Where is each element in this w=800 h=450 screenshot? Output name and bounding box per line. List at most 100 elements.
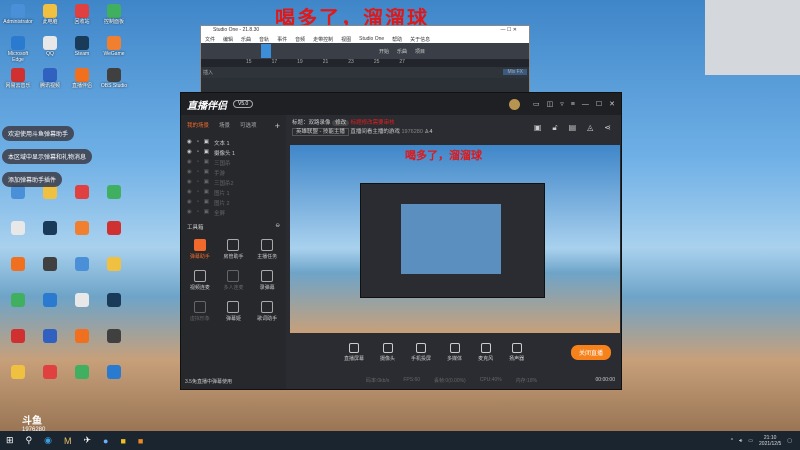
desktop-icon[interactable] [3,329,33,344]
desktop-icon[interactable] [3,221,33,236]
search-icon[interactable]: ⚲ [26,435,33,446]
eye-icon[interactable]: ◉ [187,209,192,215]
eye-icon[interactable]: ◉ [187,199,192,205]
control-button[interactable]: 多媒体 [447,342,462,362]
tool-project[interactable]: 项目 [415,48,425,55]
menu-item[interactable]: 音频 [295,36,305,43]
desktop-icon[interactable]: Steam [67,36,97,57]
menu-item[interactable]: 事件 [277,36,287,43]
app-icon[interactable]: M [64,436,72,446]
desktop-icon[interactable] [35,365,65,380]
lock-icon[interactable]: ▫ [197,159,199,165]
tool-start[interactable]: 开始 [379,48,389,55]
desktop-icon[interactable] [67,221,97,236]
tool-button[interactable]: 录弹幕 [250,270,284,291]
stream-preview[interactable]: 喝多了，溜溜球 [290,145,620,333]
volume-icon[interactable]: 🔊︎ [739,438,742,444]
source-item[interactable]: ◉ ▫ ▣ 全屏 [181,207,286,217]
app-icon[interactable]: ■ [120,436,125,446]
source-item[interactable]: ◉ ▫ ▣ 图片 2 [181,197,286,207]
menu-item[interactable]: 文件 [205,36,215,43]
desktop-icon[interactable] [67,365,97,380]
bell-icon[interactable]: ◬ [587,123,593,133]
desktop-icon[interactable]: 直播伴侣 [67,68,97,89]
desktop-icon[interactable] [99,257,129,272]
desktop-icon[interactable]: WeGame [99,36,129,57]
window-controls[interactable]: — ☐ ✕ [501,27,517,34]
insert-slot[interactable]: 插入 [203,70,213,76]
tab-options[interactable]: 可选项 [240,121,257,131]
collapse-icon[interactable]: ⊖ [275,223,280,231]
add-source-icon[interactable]: + [275,121,280,131]
desktop-icon[interactable]: 控制面板 [99,4,129,25]
app-icon[interactable]: ✈ [84,435,92,446]
minimize-icon[interactable]: — [582,101,589,108]
desktop-icon[interactable] [35,185,65,200]
tool-button[interactable]: 歌词助手 [250,301,284,322]
control-button[interactable]: 直播屏幕 [344,342,364,362]
desktop-icon[interactable] [3,257,33,272]
edge-icon[interactable]: ◉ [44,435,52,446]
eye-icon[interactable]: ◉ [187,139,192,145]
tool-button[interactable]: 弹幕助手 [183,239,217,260]
desktop-icon[interactable]: 网易云音乐 [3,68,33,89]
clock[interactable]: 21:10 2021/12/5 [759,435,781,447]
desktop-icon[interactable]: 回收站 [67,4,97,25]
gift-icon[interactable]: ▤ [569,123,577,133]
menu-item[interactable]: 帮助 [392,36,402,43]
desktop-icon[interactable] [67,293,97,308]
version-badge[interactable]: V5.0 [233,100,254,108]
menu-item[interactable]: 音轨 [259,36,269,43]
desktop-icon[interactable]: 腾讯视频 [35,68,65,89]
save-icon[interactable]: ▣ [534,123,542,133]
desktop-icon[interactable]: QQ [35,36,65,57]
studio-one-window[interactable]: Studio One - 21.8.30— ☐ ✕ 文件 编辑 乐曲 音轨 事件 音频 走带… [200,25,530,95]
close-icon[interactable]: ✕ [609,100,615,108]
desktop-icon[interactable] [99,185,129,200]
desktop-icon[interactable] [67,329,97,344]
menu-item[interactable]: 编辑 [223,36,233,43]
desktop-icon[interactable] [35,257,65,272]
eye-icon[interactable]: ◉ [187,149,192,155]
eye-icon[interactable]: ◉ [187,159,192,165]
desktop-icon[interactable] [35,221,65,236]
desktop-icon[interactable] [3,293,33,308]
lock-icon[interactable]: ▫ [197,179,199,185]
menu-item[interactable]: 走带控制 [313,36,333,43]
timeline-ruler[interactable]: 15 17 19 21 23 25 27 [201,59,529,67]
control-button[interactable]: 手机投屏 [411,342,431,362]
avatar[interactable] [508,98,520,110]
eye-icon[interactable]: ◉ [187,189,192,195]
edit-title-button[interactable]: 修改 [332,120,350,126]
notification-icon[interactable]: ▢ [787,438,792,444]
lock-icon[interactable]: ▫ [197,149,199,155]
desktop-icon[interactable] [3,185,33,200]
mix-fx[interactable]: Mix FX [503,69,527,75]
maximize-icon[interactable]: ☐ [596,100,602,108]
desktop-icon[interactable] [99,365,129,380]
source-item[interactable]: ◉ ▫ ▣ 手游 [181,167,286,177]
desktop-icon[interactable]: OBS Studio [99,68,129,89]
tool-button[interactable]: 弹幕姬 [217,301,251,322]
menu-item[interactable]: Studio One [359,36,384,42]
desktop-icon[interactable] [35,293,65,308]
lock-icon[interactable]: ▫ [197,199,199,205]
start-icon[interactable]: ⊞ [6,435,14,446]
live-companion-taskbar-icon[interactable]: ■ [138,436,143,446]
desktop-icon[interactable]: Microsoft Edge [3,36,33,63]
lock-icon[interactable]: ▫ [197,139,199,145]
source-item[interactable]: ◉ ▫ ▣ 摄像头 1 [181,147,286,157]
tray-chevron-icon[interactable]: ^ [731,438,733,444]
stop-stream-button[interactable]: 关闭直播 [570,344,611,360]
tool-button[interactable]: 虚拟形象 [183,301,217,322]
menu-item[interactable]: 关于信息 [410,36,430,43]
lock-icon[interactable]: ▫ [197,209,199,215]
source-item[interactable]: ◉ ▫ ▣ 三国杀 [181,157,286,167]
tool-button[interactable]: 房管助手 [217,239,251,260]
desktop-icon[interactable] [99,221,129,236]
source-item[interactable]: ◉ ▫ ▣ 文本 1 [181,137,286,147]
desktop-icon[interactable]: Administrator [3,4,33,25]
menu-icon[interactable]: ≡ [571,101,575,108]
desktop-icon[interactable]: 此电脑 [35,4,65,25]
tool-button[interactable]: 视频连麦 [183,270,217,291]
